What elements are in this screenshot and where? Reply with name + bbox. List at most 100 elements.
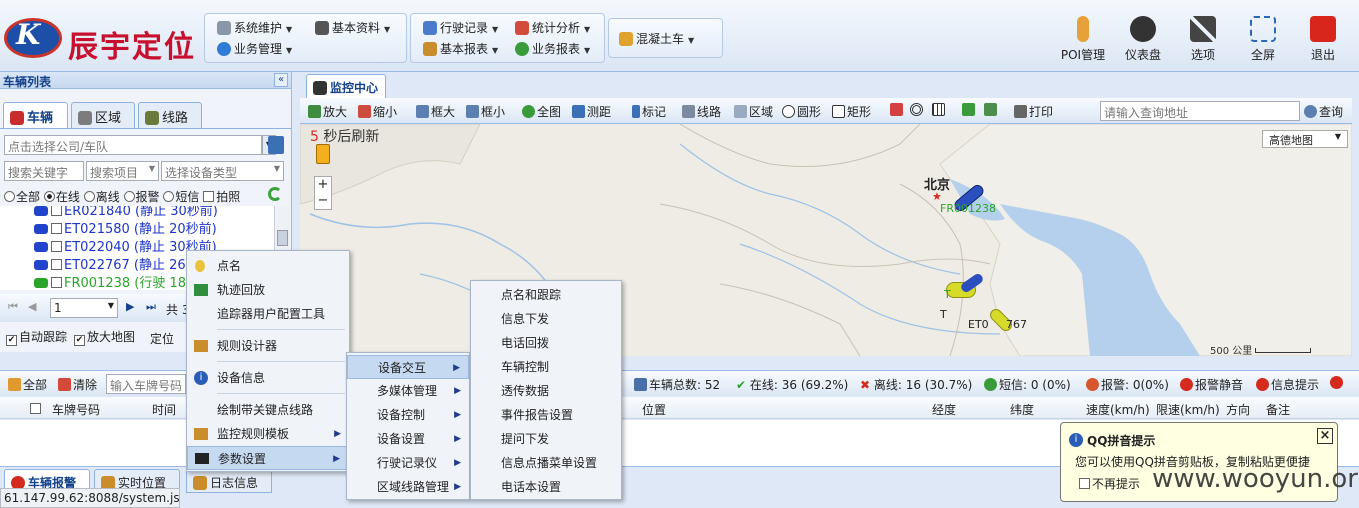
- filter-sms[interactable]: 短信: [163, 190, 199, 204]
- query-button[interactable]: 查询: [1304, 103, 1343, 120]
- clear-button[interactable]: 清除: [58, 376, 97, 393]
- alarm-mute-button[interactable]: 报警静音: [1180, 376, 1243, 393]
- filter-all[interactable]: 全部: [4, 190, 40, 204]
- tab-routes[interactable]: 线路: [138, 102, 202, 128]
- area-button[interactable]: 区域: [734, 103, 773, 120]
- layer-add-button[interactable]: [962, 103, 977, 117]
- scroll-thumb[interactable]: [277, 230, 288, 246]
- menu-item-track-playback[interactable]: 轨迹回放: [187, 278, 349, 302]
- menu-item-tracker-config[interactable]: 追踪器用户配置工具: [187, 302, 349, 326]
- box-zoom-out-button[interactable]: 框小: [466, 103, 505, 120]
- header-checkbox[interactable]: [30, 402, 43, 416]
- collapse-button[interactable]: «: [274, 73, 288, 87]
- menu-statistics[interactable]: 统计分析 ▼: [515, 18, 590, 38]
- menu-business-report[interactable]: 业务报表 ▼: [515, 39, 590, 59]
- filter-offline[interactable]: 离线: [83, 190, 120, 204]
- checkbox-icon[interactable]: [51, 223, 62, 234]
- target-button[interactable]: [910, 103, 925, 117]
- circle-button[interactable]: 圆形: [782, 103, 821, 120]
- settings-button[interactable]: [1330, 376, 1345, 390]
- grid-button[interactable]: [932, 103, 947, 117]
- locate-button[interactable]: 定位: [150, 330, 174, 347]
- device-type-select[interactable]: 选择设备类型 ▼: [161, 161, 284, 181]
- tab-vehicles[interactable]: 车辆: [3, 102, 68, 128]
- col-speed-limit[interactable]: 限速(km/h): [1156, 401, 1220, 418]
- pan-control-icon[interactable]: [316, 144, 330, 164]
- menu-item-device-settings[interactable]: 设备设置 ▶: [347, 427, 469, 451]
- zoom-in-button[interactable]: 放大: [308, 103, 347, 120]
- menu-item-vehicle-control[interactable]: 车辆控制: [471, 355, 621, 379]
- checkbox-icon[interactable]: [51, 206, 62, 216]
- zoom-in-icon[interactable]: +: [315, 177, 331, 193]
- fullscreen-button[interactable]: 全屏: [1233, 14, 1293, 66]
- map-canvas[interactable]: 5 秒后刷新 + − 高德地图 ▼ 北京 ★ FR001238 T ET0 T 76…: [300, 124, 1352, 356]
- enlarge-map-toggle[interactable]: ✔ 放大地图: [74, 328, 135, 346]
- mark-button[interactable]: 标记: [632, 103, 666, 120]
- no-more-tips-toggle[interactable]: 不再提示: [1079, 475, 1140, 492]
- zoom-out-button[interactable]: 缩小: [358, 103, 397, 120]
- menu-item-rule-template[interactable]: 监控规则模板 ▶: [187, 422, 349, 446]
- menu-item-multimedia[interactable]: 多媒体管理 ▶: [347, 379, 469, 403]
- list-item[interactable]: ET022767 (静止 26秒: [34, 257, 199, 275]
- tab-monitor-center[interactable]: 监控中心: [306, 74, 386, 98]
- menu-item-draw-route[interactable]: 绘制带关键点线路: [187, 398, 349, 422]
- col-direction[interactable]: 方向: [1226, 401, 1250, 418]
- filter-online[interactable]: 在线: [43, 190, 80, 204]
- menu-business-management[interactable]: 业务管理 ▼: [217, 39, 292, 59]
- auto-follow-toggle[interactable]: ✔ 自动跟踪: [6, 328, 67, 346]
- checkbox-icon[interactable]: [51, 241, 62, 252]
- menu-basic-report[interactable]: 基本报表 ▼: [423, 39, 498, 59]
- dashboard-button[interactable]: 仪表盘: [1113, 14, 1173, 66]
- prev-page-icon[interactable]: ◀: [28, 300, 36, 313]
- col-time[interactable]: 时间: [152, 401, 176, 418]
- filter-alarm[interactable]: 报警: [123, 190, 160, 204]
- tab-log-info[interactable]: 日志信息: [186, 469, 272, 493]
- list-item[interactable]: FR001238 (行驶 18秒: [34, 275, 199, 290]
- col-speed[interactable]: 速度(km/h): [1086, 401, 1150, 418]
- menu-item-tachograph[interactable]: 行驶记录仪 ▶: [347, 451, 469, 475]
- col-plate[interactable]: 车牌号码: [52, 401, 100, 418]
- search-item-select[interactable]: 搜索项目 ▼: [86, 161, 159, 181]
- menu-item-send-message[interactable]: 信息下发: [471, 307, 621, 331]
- company-tree-icon[interactable]: [268, 136, 284, 154]
- col-latitude[interactable]: 纬度: [1010, 401, 1034, 418]
- page-select[interactable]: 1 ▼: [50, 298, 118, 318]
- menu-item-device-control[interactable]: 设备控制 ▶: [347, 403, 469, 427]
- route-button[interactable]: 线路: [682, 103, 721, 120]
- select-all-button[interactable]: 全部: [8, 376, 47, 393]
- list-item[interactable]: ET021580 (静止 20秒前): [34, 221, 217, 239]
- menu-item-rule-designer[interactable]: 规则设计器: [187, 334, 349, 358]
- address-search-input[interactable]: 请输入查询地址: [1100, 101, 1300, 121]
- measure-button[interactable]: 测距: [572, 103, 611, 120]
- col-remark[interactable]: 备注: [1266, 401, 1290, 418]
- logout-button[interactable]: 退出: [1293, 14, 1353, 66]
- menu-item-device-info[interactable]: i 设备信息: [187, 366, 349, 390]
- box-zoom-in-button[interactable]: 框大: [416, 103, 455, 120]
- map-type-select[interactable]: 高德地图 ▼: [1262, 130, 1348, 148]
- menu-item-event-report[interactable]: 事件报告设置: [471, 403, 621, 427]
- plate-number-input[interactable]: 输入车牌号码: [106, 374, 186, 394]
- menu-concrete-truck[interactable]: 混凝土车 ▼: [619, 29, 694, 49]
- menu-item-info-menu[interactable]: 信息点播菜单设置: [471, 451, 621, 475]
- layer-button[interactable]: [984, 103, 999, 117]
- search-keyword-input[interactable]: 搜索关键字: [4, 161, 84, 181]
- rectangle-button[interactable]: 矩形: [832, 103, 871, 120]
- list-item[interactable]: ER021840 (静止 30秒前): [34, 206, 218, 221]
- first-page-icon[interactable]: ⏮: [8, 300, 18, 314]
- info-tip-button[interactable]: 信息提示: [1256, 376, 1319, 393]
- poi-button[interactable]: POI管理: [1053, 14, 1113, 66]
- menu-item-area-route[interactable]: 区域线路管理 ▶: [347, 475, 469, 499]
- menu-item-callback[interactable]: 电话回拨: [471, 331, 621, 355]
- checkbox-icon[interactable]: [51, 277, 62, 288]
- menu-item-rollcall[interactable]: 点名: [187, 254, 349, 278]
- next-page-icon[interactable]: ▶: [126, 300, 134, 313]
- filter-photo[interactable]: 拍照: [203, 190, 240, 204]
- menu-item-device-interaction[interactable]: 设备交互 ▶: [347, 355, 469, 379]
- menu-driving-record[interactable]: 行驶记录 ▼: [423, 18, 498, 38]
- menu-item-rollcall-track[interactable]: 点名和跟踪: [471, 283, 621, 307]
- menu-item-phonebook[interactable]: 电话本设置: [471, 475, 621, 499]
- print-button[interactable]: 打印: [1014, 103, 1053, 120]
- menu-item-passthrough[interactable]: 透传数据: [471, 379, 621, 403]
- zoom-out-icon[interactable]: −: [315, 193, 331, 209]
- full-map-button[interactable]: 全图: [522, 103, 561, 120]
